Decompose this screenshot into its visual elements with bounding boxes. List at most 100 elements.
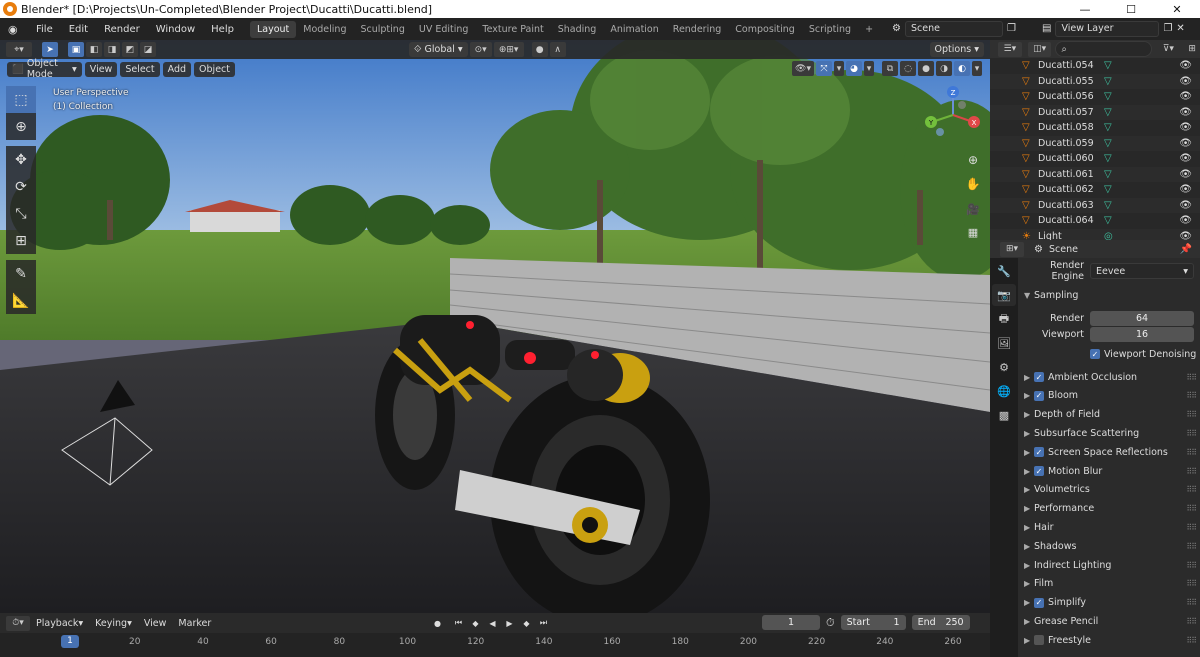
- gizmo-toggle-icon[interactable]: ⤧: [816, 61, 832, 76]
- panel-header[interactable]: ▶ Depth of Field ⠿⠿: [1020, 406, 1198, 424]
- timeline-view-menu[interactable]: View: [138, 618, 173, 629]
- drag-handle-icon[interactable]: ⠿⠿: [1186, 429, 1197, 438]
- outliner-editor-icon[interactable]: ☰▾: [998, 41, 1022, 57]
- tab-layout[interactable]: Layout: [249, 20, 297, 38]
- select-mode-intersect-icon[interactable]: ◪: [140, 42, 156, 57]
- drag-handle-icon[interactable]: ⠿⠿: [1186, 636, 1197, 645]
- drag-handle-icon[interactable]: ⠿⠿: [1186, 542, 1197, 551]
- mesh-data-icon[interactable]: ▽: [1104, 153, 1120, 164]
- drag-handle-icon[interactable]: ⠿⠿: [1186, 485, 1197, 494]
- visibility-eye-icon[interactable]: 👁: [1179, 169, 1192, 180]
- close-button[interactable]: ✕: [1154, 3, 1200, 16]
- select-mode-extend-icon[interactable]: ◧: [86, 42, 102, 57]
- timeline-ruler[interactable]: 1 20 40 60 80 100 120 140 160 180 200 220 240 260: [0, 633, 990, 657]
- pin-icon[interactable]: 📌: [1180, 244, 1192, 255]
- world-tab-icon[interactable]: 🌐: [992, 380, 1016, 402]
- panel-header[interactable]: ▶ Hair ⠿⠿: [1020, 518, 1198, 536]
- timeline-editor-icon[interactable]: ⏱▾: [6, 615, 30, 631]
- tab-scripting[interactable]: Scripting: [802, 21, 858, 38]
- start-frame-field[interactable]: Start 1: [840, 615, 906, 630]
- gizmo-dropdown-icon[interactable]: ▾: [834, 61, 844, 76]
- outliner-item[interactable]: ▽ Ducatti.063 ▽ 👁: [990, 197, 1200, 213]
- visibility-eye-icon[interactable]: 👁: [1179, 184, 1192, 195]
- playback-menu[interactable]: Playback▾: [30, 618, 89, 629]
- outliner-item[interactable]: ▽ Ducatti.060 ▽ 👁: [990, 151, 1200, 167]
- panel-header[interactable]: ▶ ✓ Bloom ⠿⠿: [1020, 387, 1198, 405]
- jump-start-icon[interactable]: ⏮: [451, 616, 466, 630]
- copy-layer-icon[interactable]: ❐: [1163, 23, 1172, 34]
- drag-handle-icon[interactable]: ⠿⠿: [1186, 561, 1197, 570]
- drag-handle-icon[interactable]: ⠿⠿: [1186, 598, 1197, 607]
- viewport-samples-field[interactable]: 16: [1090, 326, 1194, 342]
- blender-menu-icon[interactable]: ◉: [8, 23, 24, 36]
- mesh-data-icon[interactable]: ▽: [1104, 200, 1120, 211]
- drag-handle-icon[interactable]: ⠿⠿: [1186, 467, 1197, 476]
- filter-icon[interactable]: ⊽▾: [1158, 42, 1178, 57]
- visibility-eye-icon[interactable]: 👁: [1179, 153, 1192, 164]
- select-mode-new-icon[interactable]: ▣: [68, 42, 84, 57]
- panel-header[interactable]: ▶ Film ⠿⠿: [1020, 575, 1198, 593]
- panel-checkbox[interactable]: ✓: [1034, 372, 1044, 382]
- object-mode-dropdown[interactable]: ⬛ Object Mode ▾: [7, 58, 82, 80]
- falloff-icon[interactable]: ∧: [549, 42, 566, 57]
- playhead-frame[interactable]: 1: [61, 635, 79, 648]
- menu-render[interactable]: Render: [96, 24, 148, 35]
- mesh-data-icon[interactable]: ▽: [1104, 122, 1120, 133]
- view-layer-tab-icon[interactable]: 🖼: [992, 332, 1016, 354]
- visibility-eye-icon[interactable]: 👁: [1179, 60, 1192, 71]
- marker-menu[interactable]: Marker: [172, 618, 217, 629]
- scene-icon[interactable]: ⚙: [892, 23, 901, 34]
- stopwatch-icon[interactable]: ⏱: [826, 616, 835, 630]
- tab-texture-paint[interactable]: Texture Paint: [475, 21, 550, 38]
- prev-keyframe-icon[interactable]: ◆: [468, 616, 483, 630]
- menu-file[interactable]: File: [28, 24, 61, 35]
- visibility-eye-icon[interactable]: 👁: [1179, 215, 1192, 226]
- visibility-eye-icon[interactable]: 👁: [1179, 200, 1192, 211]
- menu-help[interactable]: Help: [203, 24, 242, 35]
- shading-dropdown-icon[interactable]: ▾: [972, 61, 982, 76]
- panel-checkbox[interactable]: ✓: [1034, 390, 1044, 401]
- output-tab-icon[interactable]: 🖶: [992, 308, 1016, 330]
- display-mode-icon[interactable]: ◫▾: [1027, 41, 1052, 57]
- outliner-item[interactable]: ▽ Ducatti.058 ▽ 👁: [990, 120, 1200, 136]
- cursor-tool-icon[interactable]: ⊕: [6, 113, 36, 140]
- options-dropdown[interactable]: Options ▾: [929, 42, 984, 57]
- wireframe-shading-icon[interactable]: ◌: [900, 61, 916, 76]
- render-tab-icon[interactable]: 📷: [992, 284, 1016, 306]
- play-icon[interactable]: ▶: [502, 616, 517, 630]
- next-keyframe-icon[interactable]: ◆: [519, 616, 534, 630]
- copy-icon[interactable]: ❐: [1007, 23, 1016, 34]
- tool-tab-icon[interactable]: 🔧: [992, 260, 1016, 282]
- overlay-dropdown-icon[interactable]: ▾: [864, 61, 874, 76]
- outliner-item[interactable]: ▽ Ducatti.054 ▽ 👁: [990, 58, 1200, 74]
- tab-modeling[interactable]: Modeling: [296, 21, 353, 38]
- panel-header[interactable]: ▶ Volumetrics ⠿⠿: [1020, 481, 1198, 499]
- panel-checkbox[interactable]: ✓: [1034, 447, 1044, 458]
- measure-tool-icon[interactable]: 📐: [6, 287, 36, 314]
- material-shading-icon[interactable]: ◑: [936, 61, 952, 76]
- panel-header[interactable]: ▶ ✓ Simplify ⠿⠿: [1020, 594, 1198, 612]
- render-samples-field[interactable]: 64: [1090, 310, 1194, 326]
- panel-header[interactable]: ▶ Performance ⠿⠿: [1020, 500, 1198, 518]
- select-tool-icon[interactable]: ➤: [42, 42, 58, 57]
- drag-handle-icon[interactable]: ⠿⠿: [1186, 523, 1197, 532]
- transform-tool-icon[interactable]: ⊞: [6, 227, 36, 254]
- select-mode-subtract-icon[interactable]: ◨: [104, 42, 120, 57]
- mesh-data-icon[interactable]: ▽: [1104, 138, 1120, 149]
- outliner-item[interactable]: ▽ Ducatti.055 ▽ 👁: [990, 73, 1200, 89]
- solid-shading-icon[interactable]: ●: [918, 61, 934, 76]
- outliner-search-field[interactable]: ⌕: [1055, 41, 1153, 57]
- drag-handle-icon[interactable]: ⠿⠿: [1186, 448, 1197, 457]
- mesh-data-icon[interactable]: ▽: [1104, 215, 1120, 226]
- texture-tab-icon[interactable]: ▩: [992, 404, 1016, 426]
- viewport-denoising-checkbox[interactable]: ✓: [1090, 349, 1100, 359]
- outliner-item[interactable]: ▽ Ducatti.064 ▽ 👁: [990, 213, 1200, 229]
- drag-handle-icon[interactable]: ⠿⠿: [1186, 504, 1197, 513]
- panel-header[interactable]: ▶ ✓ Screen Space Reflections ⠿⠿: [1020, 443, 1198, 461]
- view-layer-icon[interactable]: ▤: [1042, 23, 1051, 34]
- tab-rendering[interactable]: Rendering: [666, 21, 729, 38]
- panel-header[interactable]: ▶ Freestyle ⠿⠿: [1020, 631, 1198, 649]
- new-collection-icon[interactable]: ⊞: [1184, 42, 1200, 57]
- drag-handle-icon[interactable]: ⠿⠿: [1186, 373, 1197, 382]
- visibility-eye-icon[interactable]: 👁: [1179, 76, 1192, 87]
